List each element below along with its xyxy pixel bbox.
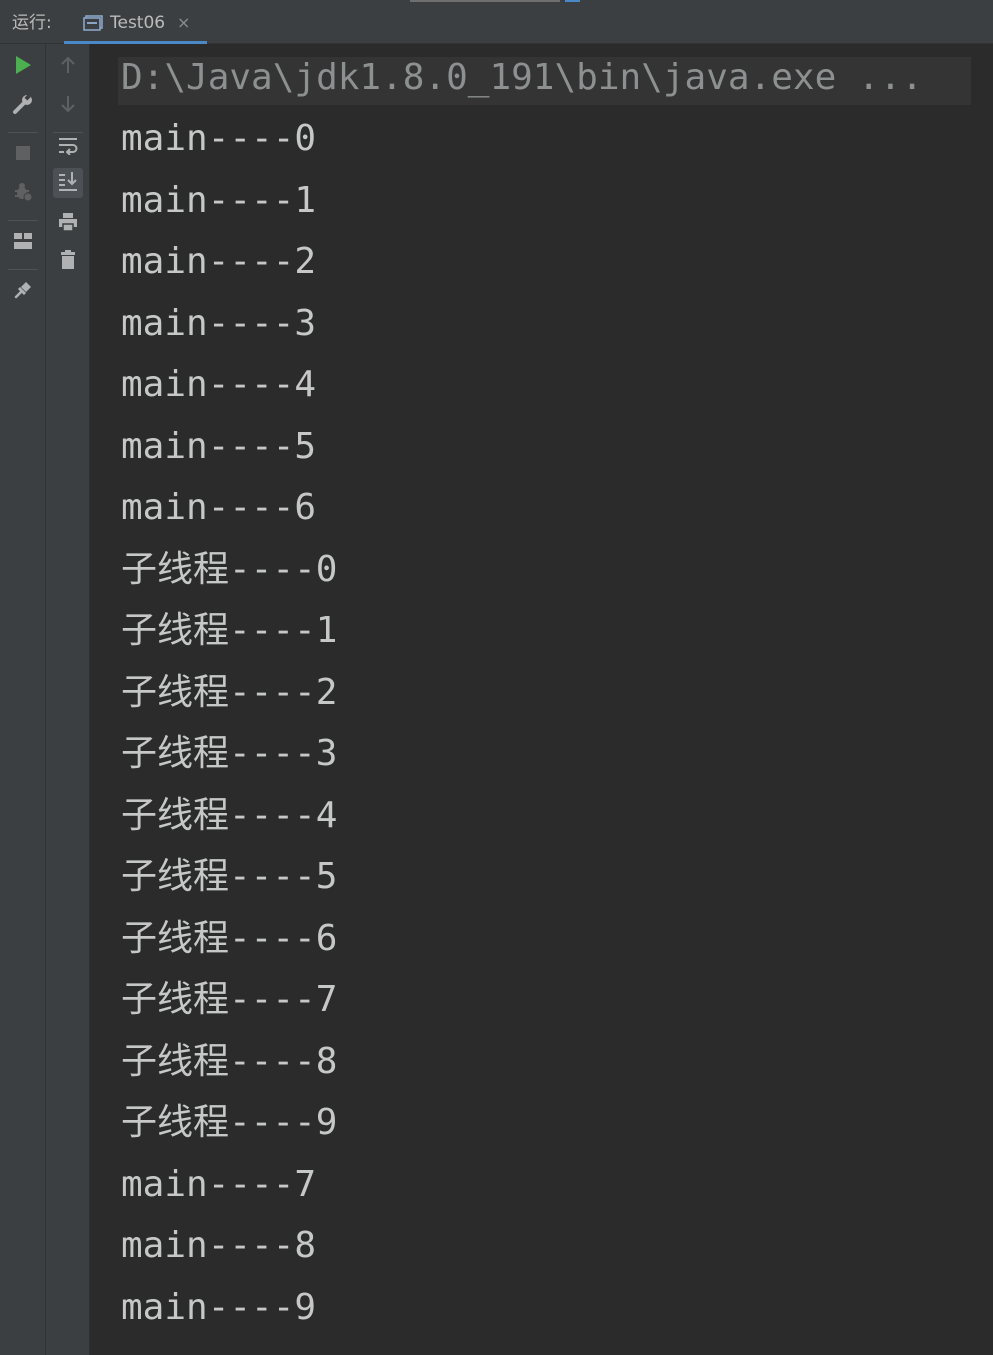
soft-wrap-icon xyxy=(57,135,79,159)
next-occurrence-button[interactable] xyxy=(53,91,83,121)
console-line: main----5 xyxy=(121,426,317,467)
rerun-button[interactable] xyxy=(8,52,38,82)
console-line: 子线程----9 xyxy=(121,1102,338,1143)
header-top-accent-line xyxy=(565,0,580,2)
wrench-icon xyxy=(12,93,34,119)
pin-tab-button[interactable] xyxy=(8,277,38,307)
console-line: main----0 xyxy=(121,118,317,159)
console-line: 子线程----8 xyxy=(121,1041,338,1082)
run-toolbar-primary xyxy=(0,44,46,1355)
debug-button[interactable] xyxy=(8,179,38,209)
toolbar-separator xyxy=(8,132,38,133)
trash-icon xyxy=(59,249,77,275)
toolbar-separator xyxy=(8,269,38,270)
console-line: 子线程----3 xyxy=(121,733,338,774)
console-line: main----9 xyxy=(121,1287,317,1328)
previous-occurrence-button[interactable] xyxy=(53,52,83,82)
console-line: 子线程----2 xyxy=(121,672,338,713)
console-line: 子线程----1 xyxy=(121,610,338,651)
console-line: 子线程----5 xyxy=(121,856,338,897)
tab-test06[interactable]: Test06 × xyxy=(64,0,207,44)
console-line: 子线程----6 xyxy=(121,918,338,959)
console-line: 子线程----4 xyxy=(121,795,338,836)
edit-configuration-button[interactable] xyxy=(8,91,38,121)
tab-title: Test06 xyxy=(110,13,166,33)
run-label: 运行: xyxy=(12,13,52,33)
restore-layout-button[interactable] xyxy=(8,228,38,258)
console-line: main----4 xyxy=(121,364,317,405)
console-line: main----2 xyxy=(121,241,317,282)
scroll-to-end-button[interactable] xyxy=(53,168,83,198)
soft-wrap-button[interactable] xyxy=(53,132,83,162)
rerun-icon xyxy=(14,55,32,79)
print-button[interactable] xyxy=(53,209,83,239)
scroll-down-icon xyxy=(60,94,76,118)
tab-close-icon[interactable]: × xyxy=(177,14,190,32)
toolbar-separator xyxy=(8,220,38,221)
scroll-up-icon xyxy=(60,55,76,79)
print-icon xyxy=(57,211,79,237)
stop-button[interactable] xyxy=(8,140,38,170)
clear-all-button[interactable] xyxy=(53,247,83,277)
console-tab-icon xyxy=(83,15,103,31)
console-line: main----3 xyxy=(121,303,317,344)
command-line[interactable]: D:\Java\jdk1.8.0_191\bin\java.exe ... xyxy=(121,56,923,100)
debug-icon xyxy=(12,181,34,207)
pin-icon xyxy=(12,279,34,305)
header-top-line xyxy=(410,0,560,2)
scroll-to-end-icon xyxy=(57,170,79,196)
console-line: 子线程----7 xyxy=(121,979,338,1020)
console-line: main----7 xyxy=(121,1164,317,1205)
console-output[interactable]: D:\Java\jdk1.8.0_191\bin\java.exe ... ma… xyxy=(90,44,993,1355)
stop-icon xyxy=(15,145,31,165)
console-line: main----8 xyxy=(121,1225,317,1266)
console-line: 子线程----0 xyxy=(121,549,338,590)
console-line: main----6 xyxy=(121,487,317,528)
console-line: main----1 xyxy=(121,180,317,221)
layout-icon xyxy=(13,232,33,254)
run-tool-window-header: 运行: Test06 × xyxy=(0,0,993,44)
run-toolbar-secondary xyxy=(46,44,90,1355)
